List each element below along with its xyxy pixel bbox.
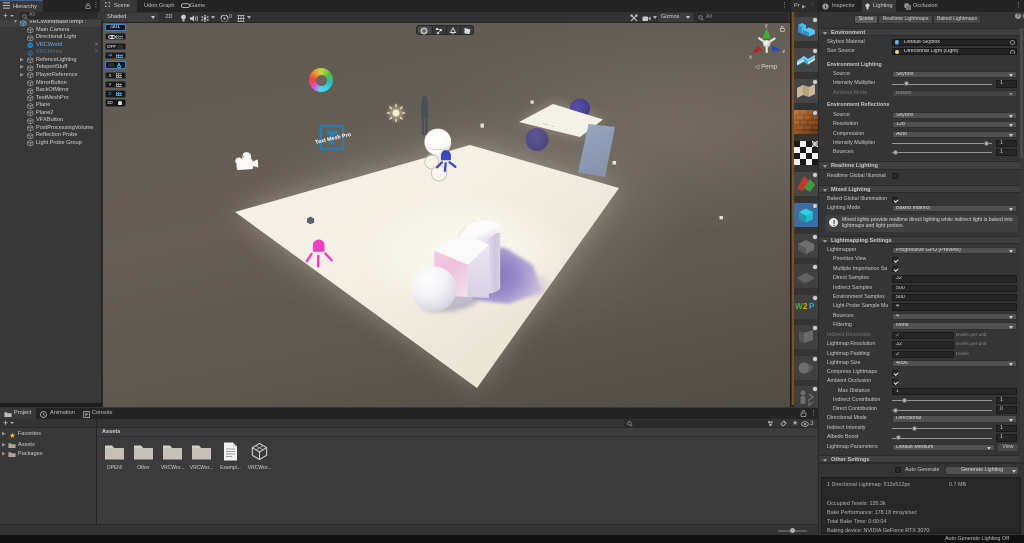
svg-text:y: y (765, 23, 768, 29)
svg-text:z: z (782, 49, 785, 55)
svg-text:x: x (749, 55, 752, 61)
svg-text:◁ Persp: ◁ Persp (755, 64, 778, 71)
